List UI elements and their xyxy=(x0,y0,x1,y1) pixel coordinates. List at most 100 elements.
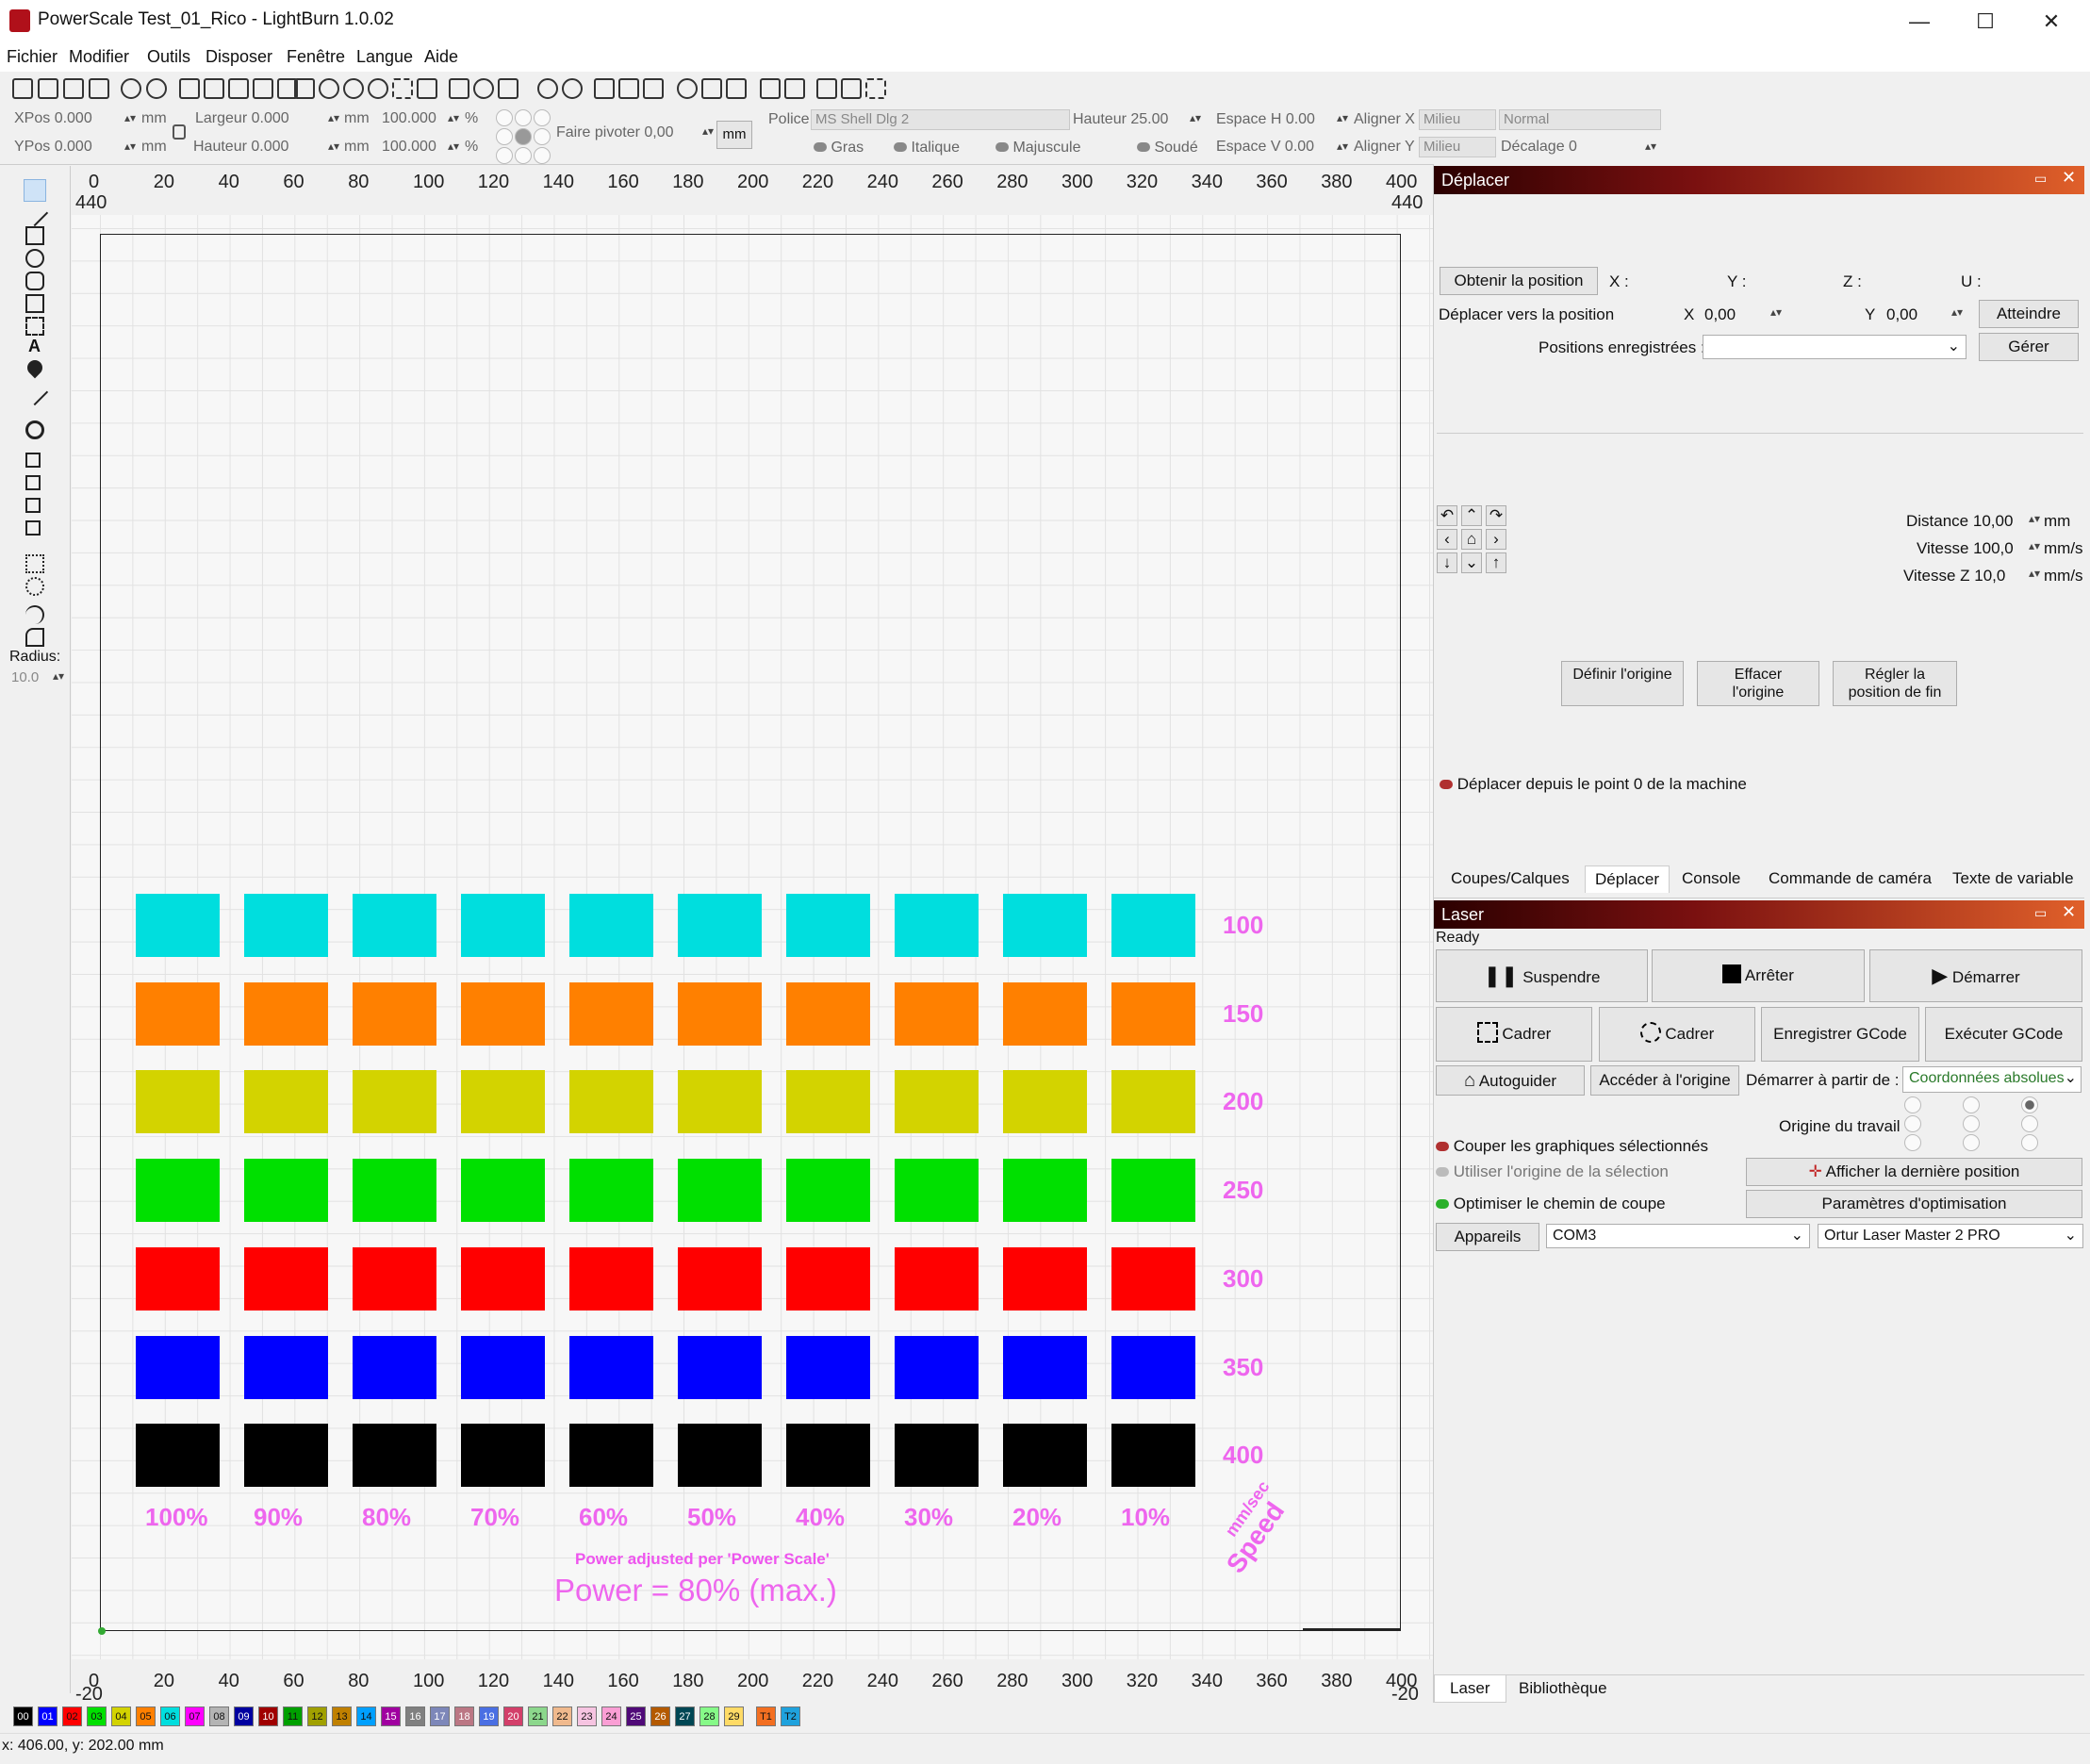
power-speed-swatch[interactable] xyxy=(786,1070,870,1134)
frame-round-button[interactable]: Cadrer xyxy=(1599,1007,1755,1062)
power-speed-swatch[interactable] xyxy=(1111,1159,1195,1223)
save-gcode-button[interactable]: Enregistrer GCode xyxy=(1761,1007,1919,1062)
distribute-icon[interactable] xyxy=(726,78,747,99)
rotate-field[interactable]: Faire pivoter 0,00 xyxy=(556,124,674,141)
tab-move[interactable]: Déplacer xyxy=(1585,866,1670,893)
from-machine-zero-toggle[interactable]: Déplacer depuis le point 0 de la machine xyxy=(1440,775,1747,794)
power-speed-swatch[interactable] xyxy=(786,1335,870,1399)
tab-variable-text[interactable]: Texte de variable xyxy=(1952,869,2074,888)
menu-langue[interactable]: Langue xyxy=(356,47,413,67)
power-speed-swatch[interactable] xyxy=(895,1246,979,1311)
power-speed-swatch[interactable] xyxy=(461,1246,545,1311)
power-speed-swatch[interactable] xyxy=(678,1070,762,1134)
start-from-select[interactable]: Coordonnées absolues ⌄ xyxy=(1902,1066,2082,1093)
power-speed-swatch[interactable] xyxy=(1003,1070,1087,1134)
power-speed-swatch[interactable] xyxy=(136,1070,220,1134)
power-speed-swatch[interactable] xyxy=(678,1246,762,1311)
power-speed-swatch[interactable] xyxy=(1111,1335,1195,1399)
maximize-button[interactable]: ☐ xyxy=(1959,6,2012,38)
width-percent-spinner-icon[interactable]: ▴▾ xyxy=(448,111,459,124)
menu-outils[interactable]: Outils xyxy=(147,47,190,67)
distance-field[interactable]: Distance 10,00 xyxy=(1906,512,2013,531)
palette-swatch[interactable]: 24 xyxy=(601,1706,621,1726)
jog-home-icon[interactable]: ⌂ xyxy=(1461,529,1482,550)
home-button[interactable]: ⌂ Autoguider xyxy=(1436,1065,1585,1096)
lock-aspect-icon[interactable] xyxy=(173,124,186,140)
power-speed-swatch[interactable] xyxy=(1003,1424,1087,1488)
power-speed-swatch[interactable] xyxy=(1111,1070,1195,1134)
polygon-tool-icon[interactable] xyxy=(25,272,44,290)
power-speed-swatch[interactable] xyxy=(786,1246,870,1311)
power-speed-swatch[interactable] xyxy=(678,1335,762,1399)
move-panel-close-icon[interactable]: ✕ xyxy=(2062,168,2076,188)
palette-swatch[interactable]: 08 xyxy=(209,1706,229,1726)
jog-down-icon[interactable]: ⌄ xyxy=(1461,552,1482,573)
text-mode-select[interactable]: Normal xyxy=(1499,109,1661,130)
mirror-h-icon[interactable] xyxy=(594,78,615,99)
power-speed-swatch[interactable] xyxy=(1003,1246,1087,1311)
palette-swatch[interactable]: 04 xyxy=(111,1706,131,1726)
italic-toggle[interactable]: Italique xyxy=(894,140,960,157)
speed-spinner-icon[interactable]: ▴▾ xyxy=(2029,539,2040,552)
palette-swatch[interactable]: 27 xyxy=(675,1706,695,1726)
radius-field[interactable]: 10.0 xyxy=(11,669,39,685)
palette-swatch[interactable]: 07 xyxy=(185,1706,205,1726)
distance-spinner-icon[interactable]: ▴▾ xyxy=(2029,512,2040,525)
width-percent-field[interactable]: 100.000 xyxy=(382,110,436,127)
align-y-select[interactable]: Milieu xyxy=(1419,137,1496,157)
circle-tool-icon[interactable] xyxy=(25,420,44,439)
power-speed-swatch[interactable] xyxy=(136,981,220,1046)
uppercase-toggle[interactable]: Majuscule xyxy=(996,140,1080,157)
palette-swatch[interactable]: 20 xyxy=(503,1706,523,1726)
tab-console[interactable]: Console xyxy=(1682,869,1740,888)
move-x-spinner-icon[interactable]: ▴▾ xyxy=(1770,305,1782,319)
power-speed-swatch[interactable] xyxy=(786,894,870,957)
palette-swatch[interactable]: T1 xyxy=(756,1706,776,1726)
font-select[interactable]: MS Shell Dlg 2 xyxy=(811,109,1070,130)
palette-swatch[interactable]: 17 xyxy=(430,1706,450,1726)
jog-right-icon[interactable]: › xyxy=(1486,529,1506,550)
jog-up-icon[interactable]: ⌃ xyxy=(1461,505,1482,526)
tab-laser[interactable]: Laser xyxy=(1434,1675,1506,1703)
device-select[interactable]: Ortur Laser Master 2 PRO ⌄ xyxy=(1818,1224,2083,1248)
z-up-icon[interactable]: ↑ xyxy=(1486,552,1506,573)
palette-swatch[interactable]: 00 xyxy=(13,1706,33,1726)
jog-left-icon[interactable]: ‹ xyxy=(1437,529,1457,550)
palette-swatch[interactable]: 18 xyxy=(454,1706,474,1726)
rotate-tool-icon[interactable] xyxy=(25,605,44,624)
power-speed-swatch[interactable] xyxy=(678,1424,762,1488)
anchor-grid[interactable] xyxy=(494,107,554,164)
zoom-fit-icon[interactable] xyxy=(368,78,388,99)
align-icon[interactable] xyxy=(701,78,722,99)
power-speed-swatch[interactable] xyxy=(353,981,436,1046)
text-tool-icon[interactable]: A xyxy=(28,337,41,356)
open-file-icon[interactable] xyxy=(38,78,58,99)
power-speed-swatch[interactable] xyxy=(895,1335,979,1399)
show-last-position-button[interactable]: ✛ Afficher la dernière position xyxy=(1746,1158,2082,1186)
vspace-field[interactable]: Espace V 0.00 xyxy=(1216,139,1314,156)
goto-button[interactable]: Atteindre xyxy=(1979,300,2079,328)
minimize-button[interactable]: — xyxy=(1893,6,1946,38)
z-down-icon[interactable]: ↓ xyxy=(1437,552,1457,573)
palette-swatch[interactable]: 16 xyxy=(405,1706,425,1726)
menu-aide[interactable]: Aide xyxy=(424,47,458,67)
text-height-field[interactable]: Hauteur 25.00 xyxy=(1073,111,1168,128)
run-gcode-button[interactable]: Exécuter GCode xyxy=(1925,1007,2082,1062)
power-speed-swatch[interactable] xyxy=(244,1070,328,1134)
palette-swatch[interactable]: 12 xyxy=(307,1706,327,1726)
menu-fenetre[interactable]: Fenêtre xyxy=(287,47,345,67)
align-left-icon[interactable] xyxy=(760,78,781,99)
use-selection-origin-toggle[interactable]: Utiliser l'origine de la sélection xyxy=(1436,1162,1669,1181)
mirror-v-icon[interactable] xyxy=(618,78,639,99)
power-speed-swatch[interactable] xyxy=(1111,1246,1195,1311)
tab-cuts-layers[interactable]: Coupes/Calques xyxy=(1451,869,1570,888)
stop-button[interactable]: Arrêter xyxy=(1652,949,1865,1002)
clear-origin-button[interactable]: Effacer l'origine xyxy=(1697,661,1819,706)
saved-positions-select[interactable]: ⌄ xyxy=(1703,335,1967,359)
power-speed-swatch[interactable] xyxy=(244,1335,328,1399)
power-speed-swatch[interactable] xyxy=(895,1070,979,1134)
power-speed-swatch[interactable] xyxy=(244,981,328,1046)
tools-icon[interactable] xyxy=(498,78,518,99)
set-origin-button[interactable]: Définir l'origine xyxy=(1561,661,1684,706)
laser-panel-float-icon[interactable]: ▭ xyxy=(2034,905,2047,921)
